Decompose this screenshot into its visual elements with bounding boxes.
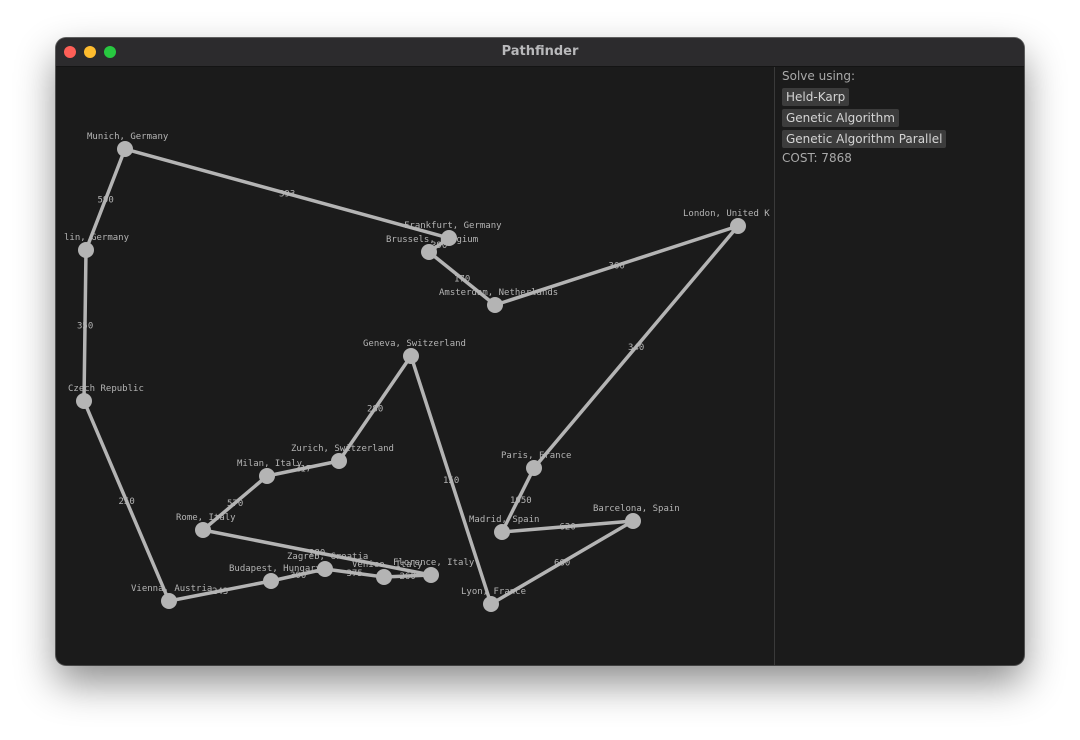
city-label-munich: Munich, Germany [87, 132, 169, 142]
city-node-prague[interactable] [76, 393, 92, 409]
city-node-berlin[interactable] [78, 242, 94, 258]
city-label-paris: Paris, France [501, 451, 571, 461]
city-label-barcelona: Barcelona, Spain [593, 504, 680, 514]
city-label-amsterdam: Amsterdam, Netherlands [439, 288, 558, 298]
city-label-rome: Rome, Italy [176, 513, 236, 523]
edge-weight-label: 570 [227, 499, 243, 509]
cost-readout: COST: 7868 [782, 151, 852, 165]
solve-using-label: Solve using: [782, 69, 856, 83]
city-node-florence[interactable] [423, 567, 439, 583]
city-node-london[interactable] [730, 218, 746, 234]
city-node-rome[interactable] [195, 522, 211, 538]
city-node-zagreb[interactable] [317, 561, 333, 577]
city-node-vienna[interactable] [161, 593, 177, 609]
city-label-geneva: Geneva, Switzerland [363, 339, 466, 349]
edge-weight-label: 590 [98, 196, 114, 206]
city-node-brussels[interactable] [421, 244, 437, 260]
city-label-budapest: Budapest, Hungary [229, 564, 322, 574]
city-label-prague: Czech Republic [68, 384, 144, 394]
city-label-madrid: Madrid, Spain [469, 515, 539, 525]
genetic-algorithm-parallel-button[interactable]: Genetic Algorithm Parallel [782, 130, 947, 148]
city-node-munich[interactable] [117, 141, 133, 157]
panel-divider [774, 67, 775, 665]
city-node-lyon[interactable] [483, 596, 499, 612]
edge-weight-label: 150 [443, 476, 459, 486]
held-karp-button[interactable]: Held-Karp [782, 88, 850, 106]
city-label-brussels: Brussels, Belgium [386, 235, 478, 245]
edge-weight-label: 340 [628, 343, 644, 353]
city-node-frankfurt[interactable] [441, 230, 457, 246]
city-label-london: London, United K [683, 209, 770, 219]
graph-svg[interactable]: 590350250243300 375 2602805702172801506606… [56, 67, 774, 665]
edge-weight-label: 260 [400, 572, 416, 582]
city-node-barcelona[interactable] [625, 513, 641, 529]
edge-weight-label: 280 [367, 405, 383, 415]
city-label-berlin: lin, Germany [64, 233, 130, 243]
app-window: Pathfinder 590 350 250 243 300 375 260 280 570 21… [56, 38, 1024, 665]
edge-weight-label: 660 [554, 559, 570, 569]
city-node-geneva[interactable] [403, 348, 419, 364]
edge-weight-label: 250 [119, 497, 135, 507]
edge-weight-label: 243 [212, 587, 228, 597]
edge-weight-label: 350 [77, 322, 93, 332]
city-node-budapest[interactable] [263, 573, 279, 589]
edge-weight-label: 360 [609, 262, 625, 272]
city-node-paris[interactable] [526, 460, 542, 476]
edge-weight-label: 620 [560, 523, 576, 533]
city-label-florence: Florence, Italy [393, 558, 475, 568]
city-label-vienna: Vienna, Austria [131, 584, 212, 594]
edge-weight-label: 1050 [510, 496, 532, 506]
city-label-zurich: Zurich, Switzerland [291, 444, 394, 454]
control-panel: Solve using: Held-Karp Genetic Algorithm… [782, 67, 1018, 165]
edge-weight-label: 170 [454, 275, 470, 285]
city-node-milan[interactable] [259, 468, 275, 484]
city-label-milan: Milan, Italy [237, 459, 303, 469]
city-label-lyon: Lyon, France [461, 587, 526, 597]
graph-canvas[interactable]: 590 350 250 243 300 375 260 280 570 217 280 150 660 6… [56, 67, 774, 665]
window-title: Pathfinder [501, 44, 579, 59]
genetic-algorithm-button[interactable]: Genetic Algorithm [782, 109, 899, 127]
city-node-venice[interactable] [376, 569, 392, 585]
city-node-amsterdam[interactable] [487, 297, 503, 313]
edge-weight-label: 375 [347, 569, 363, 579]
edge-weight-label: 393 [279, 190, 295, 200]
city-node-madrid[interactable] [494, 524, 510, 540]
title-bar: Pathfinder [56, 38, 1024, 67]
city-node-zurich[interactable] [331, 453, 347, 469]
city-label-frankfurt: Frankfurt, Germany [404, 221, 502, 231]
